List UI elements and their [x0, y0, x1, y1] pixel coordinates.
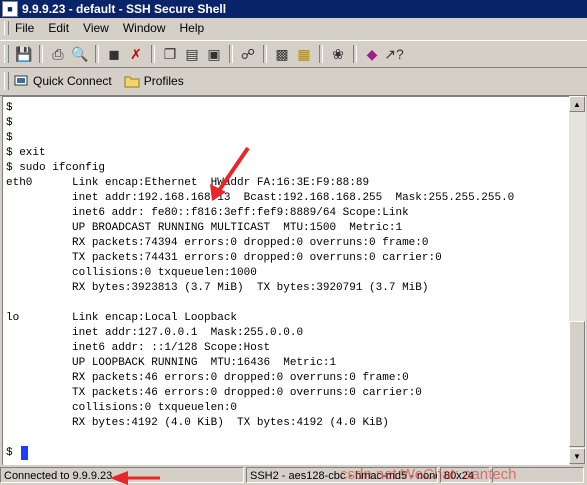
- profiles-label: Profiles: [143, 74, 184, 88]
- main-toolbar: 💾 ⎙ 🔍 ◼ ✗ ❐ ▤ ▣ ☍ ▩ ▦ ❀ ◆ ↗?: [0, 40, 587, 68]
- quickbar-grip[interactable]: [4, 72, 9, 90]
- scroll-down-button[interactable]: ▼: [569, 448, 585, 464]
- toolbar-separator: [229, 45, 233, 63]
- settings-icon[interactable]: ✗: [126, 44, 146, 64]
- toolbar-separator: [95, 45, 99, 63]
- new-file-transfer-icon[interactable]: ▦: [294, 44, 314, 64]
- terminal-line: RX bytes:4192 (4.0 KiB) TX bytes:4192 (4…: [6, 417, 389, 429]
- terminal-screen[interactable]: $ $ $ $ exit $ sudo ifconfig eth0 Link e…: [2, 96, 570, 465]
- find-icon[interactable]: ☍: [238, 44, 258, 64]
- terminal-line: $ exit: [6, 147, 46, 159]
- terminal-line: $ sudo ifconfig: [6, 162, 106, 174]
- print-icon[interactable]: ⎙: [48, 44, 68, 64]
- toolbar-separator: [319, 45, 323, 63]
- keys-icon[interactable]: ❀: [328, 44, 348, 64]
- paste-icon[interactable]: ▤: [182, 44, 202, 64]
- watermark-text: csdn.net WeChat: aantech: [340, 466, 517, 483]
- copy-icon[interactable]: ❐: [160, 44, 180, 64]
- menu-bar: File Edit View Window Help: [0, 18, 587, 38]
- toolbar-separator: [39, 45, 43, 63]
- terminal-line: inet addr:127.0.0.1 Mask:255.0.0.0: [6, 327, 304, 339]
- terminal-line: $: [6, 102, 13, 114]
- quick-connect-icon: [13, 74, 29, 88]
- toolbar-separator: [151, 45, 155, 63]
- connection-status: Connected to 9.9.9.23: [0, 467, 244, 483]
- toolbar-separator: [353, 45, 357, 63]
- terminal-line: RX packets:46 errors:0 dropped:0 overrun…: [6, 372, 409, 384]
- menu-window[interactable]: Window: [123, 21, 166, 35]
- menu-view[interactable]: View: [83, 21, 109, 35]
- vertical-scrollbar[interactable]: ▲ ▼: [569, 96, 586, 464]
- terminal-line: RX bytes:3923813 (3.7 MiB) TX bytes:3920…: [6, 282, 429, 294]
- title-bar: ■ 9.9.9.23 - default - SSH Secure Shell: [0, 0, 587, 18]
- menu-file[interactable]: File: [15, 21, 34, 35]
- menu-edit[interactable]: Edit: [48, 21, 69, 35]
- quick-connect-label: Quick Connect: [33, 74, 112, 88]
- help-book-icon[interactable]: ◆: [362, 44, 382, 64]
- print-preview-icon[interactable]: 🔍: [70, 44, 90, 64]
- scroll-thumb[interactable]: [569, 321, 585, 447]
- disconnect-icon[interactable]: ◼: [104, 44, 124, 64]
- context-help-icon[interactable]: ↗?: [384, 44, 404, 64]
- profiles-button[interactable]: Profiles: [124, 74, 184, 88]
- terminal-line: UP BROADCAST RUNNING MULTICAST MTU:1500 …: [6, 222, 403, 234]
- quick-connect-button[interactable]: Quick Connect: [13, 74, 112, 88]
- terminal-line: $: [6, 132, 13, 144]
- terminal-line: eth0 Link encap:Ethernet HWaddr FA:16:3E…: [6, 177, 370, 189]
- window-title: 9.9.9.23 - default - SSH Secure Shell: [22, 2, 227, 16]
- ssh-app-icon: ■: [2, 1, 18, 17]
- terminal-line: TX packets:74431 errors:0 dropped:0 over…: [6, 252, 442, 264]
- terminal-line: TX packets:46 errors:0 dropped:0 overrun…: [6, 387, 422, 399]
- terminal-prompt: $: [6, 447, 13, 459]
- menu-help[interactable]: Help: [180, 21, 205, 35]
- new-terminal-icon[interactable]: ▩: [272, 44, 292, 64]
- paste-special-icon[interactable]: ▣: [204, 44, 224, 64]
- toolbar-grip[interactable]: [4, 45, 9, 63]
- quick-connect-bar: Quick Connect Profiles: [0, 67, 587, 96]
- terminal-line: RX packets:74394 errors:0 dropped:0 over…: [6, 237, 429, 249]
- toolbar-separator: [263, 45, 267, 63]
- terminal-line: inet6 addr: fe80::f816:3eff:fef9:8889/64…: [6, 207, 409, 219]
- folder-icon: [124, 74, 140, 88]
- text-cursor: [21, 446, 28, 460]
- terminal-line: $: [6, 117, 13, 129]
- save-icon[interactable]: 💾: [14, 44, 34, 64]
- terminal-line: inet addr:192.168.168.13 Bcast:192.168.1…: [6, 192, 515, 204]
- terminal-line: inet6 addr: ::1/128 Scope:Host: [6, 342, 271, 354]
- terminal-line: collisions:0 txqueuelen:0: [6, 402, 238, 414]
- menubar-grip[interactable]: [4, 21, 9, 35]
- terminal-line: lo Link encap:Local Loopback: [6, 312, 238, 324]
- terminal-line: UP LOOPBACK RUNNING MTU:16436 Metric:1: [6, 357, 337, 369]
- terminal-line: collisions:0 txqueuelen:1000: [6, 267, 257, 279]
- scroll-up-button[interactable]: ▲: [569, 96, 585, 112]
